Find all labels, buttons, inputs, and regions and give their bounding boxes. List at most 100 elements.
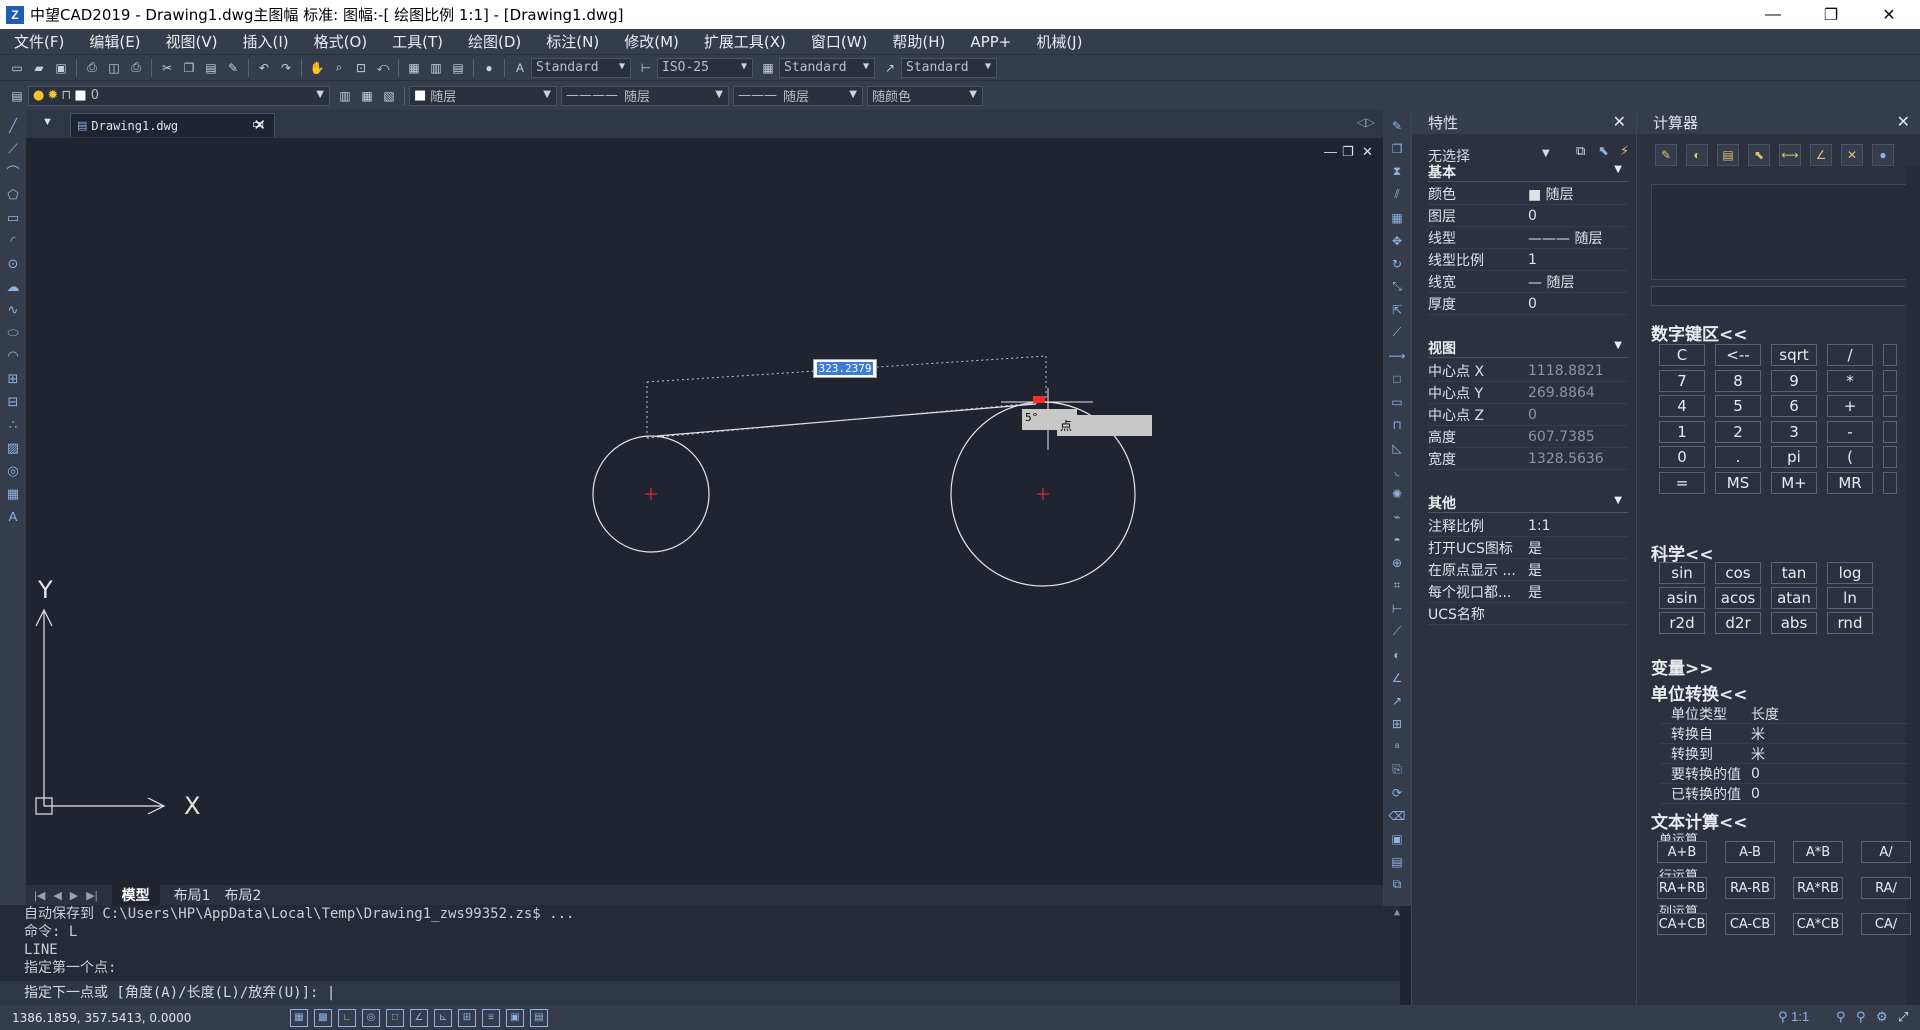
calc-key-button[interactable]: / [1827, 344, 1873, 366]
point-icon[interactable]: ∴ [4, 415, 22, 434]
calc-key-button[interactable]: pi [1771, 446, 1817, 468]
make-block-icon[interactable]: ⊟ [4, 392, 22, 411]
calc-key-button[interactable]: - [1827, 420, 1873, 443]
prop-row[interactable]: 颜色 ■ 随层 [1428, 183, 1628, 205]
rotate-icon[interactable]: ↻ [1388, 254, 1406, 273]
dimension-aligned-icon[interactable]: ⟋ [1388, 622, 1406, 641]
menu-draw[interactable]: 绘图(D) [468, 31, 521, 52]
prop-row[interactable]: 线宽 — 随层 [1428, 271, 1628, 293]
undo-icon[interactable]: ↶ [255, 59, 273, 77]
polar-tracking-icon[interactable]: ◎ [362, 1008, 380, 1027]
prev-tab-icon[interactable]: ◀ [53, 889, 61, 902]
quick-properties-icon[interactable]: ▤ [530, 1008, 548, 1027]
close-icon[interactable]: ✕ [1897, 112, 1910, 131]
tab-layout2[interactable]: 布局2 [225, 885, 262, 905]
col-op-button[interactable]: CA/ [1861, 913, 1911, 935]
dimension-linear-icon[interactable]: ⊢ [1388, 599, 1406, 618]
drawing-canvas[interactable]: — ❐ ✕ Y X 323.2379 5° 点 [26, 138, 1383, 885]
rectangle-icon[interactable]: ▭ [4, 208, 22, 227]
variables-title[interactable]: 变量>> [1651, 654, 1714, 679]
col-op-button[interactable]: CA-CB [1725, 913, 1775, 935]
tab-scroll-icon[interactable]: ◁▷ [1357, 115, 1375, 129]
minimize-button[interactable]: — [1744, 0, 1802, 29]
mirror-icon[interactable]: ⧗ [1388, 162, 1406, 181]
row-op-button[interactable]: RA*RB [1793, 877, 1843, 899]
external-ref-icon[interactable]: ⎘ [1388, 760, 1406, 779]
unit-row[interactable]: 转换到 米 [1659, 744, 1909, 764]
calc-key-button[interactable] [1883, 446, 1897, 468]
calc-func-button[interactable]: rnd [1827, 612, 1873, 634]
calc-key-button[interactable]: 9 [1771, 369, 1817, 392]
clear-history-icon[interactable]: ◐ [1686, 144, 1708, 166]
revision-cloud-icon[interactable]: ☁ [4, 277, 22, 296]
tab-drawing1[interactable]: ▤ Drawing1.dwg ✕ [70, 113, 275, 137]
table-style-select[interactable]: Standard ▼ [779, 57, 875, 78]
menu-extend-tools[interactable]: 扩展工具(X) [704, 31, 786, 52]
distance-two-points-icon[interactable]: ⟷ [1779, 144, 1801, 166]
section-view[interactable]: 视图 ▼ [1428, 338, 1628, 358]
menu-dimension[interactable]: 标注(N) [546, 31, 599, 52]
text-style-select[interactable]: Standard ▼ [531, 57, 631, 78]
calculator-icon[interactable]: ▤ [1388, 852, 1406, 871]
dim-style-select[interactable]: ISO-25 ▼ [657, 57, 753, 78]
dynamic-input-icon[interactable]: ⊞ [458, 1008, 476, 1027]
break-icon[interactable]: ▭ [1388, 392, 1406, 411]
calc-func-button[interactable]: ln [1827, 587, 1873, 609]
new-icon[interactable]: ▭ [8, 59, 26, 77]
hatch-icon[interactable]: ▨ [4, 438, 22, 457]
multileader-style-select[interactable]: Standard ▼ [901, 57, 997, 78]
zoom-previous-icon[interactable]: ⤺ [374, 59, 392, 77]
layout-icon[interactable]: ⧉ [1388, 875, 1406, 894]
properties-icon[interactable]: ▦ [405, 59, 423, 77]
row-op-button[interactable]: RA/ [1861, 877, 1911, 899]
trim-icon[interactable]: ⟋ [1388, 323, 1406, 342]
circle-icon[interactable]: ⊙ [4, 254, 22, 273]
unit-row[interactable]: 转换自 米 [1659, 724, 1909, 744]
tool-palette-icon[interactable]: ▤ [449, 59, 467, 77]
publish-icon[interactable]: ⎙ [127, 59, 145, 77]
col-op-button[interactable]: CA*CB [1793, 913, 1843, 935]
layer-state-icon[interactable]: ▧ [380, 87, 398, 105]
image-icon[interactable]: ▣ [1388, 829, 1406, 848]
calculator-input[interactable] [1651, 286, 1909, 306]
calc-key-button[interactable]: MS [1715, 471, 1761, 494]
menu-edit[interactable]: 编辑(E) [89, 31, 140, 52]
paste-icon[interactable]: ▤ [202, 59, 220, 77]
calc-key-button[interactable]: 1 [1659, 420, 1705, 443]
snap-mode-icon[interactable]: ▦ [290, 1008, 308, 1027]
object-snap-tracking-icon[interactable]: ∠ [410, 1008, 428, 1027]
linetype-select[interactable]: ———— 随层 ▼ [561, 85, 729, 106]
copy-icon[interactable]: ❐ [180, 59, 198, 77]
close-icon[interactable]: ✕ [1613, 112, 1626, 131]
text-op-button[interactable]: A/ [1861, 841, 1911, 863]
menu-window[interactable]: 窗口(W) [811, 31, 868, 52]
region-icon[interactable]: ◎ [4, 461, 22, 480]
menu-app-plus[interactable]: APP+ [970, 33, 1011, 51]
cut-icon[interactable]: ✂ [158, 59, 176, 77]
auto-scale-icon[interactable]: ⚲ [1856, 1009, 1866, 1025]
refresh-icon[interactable]: ⟳ [1388, 783, 1406, 802]
prop-row[interactable]: 每个视口都... 是 [1428, 581, 1628, 603]
scroll-up-icon[interactable]: ▲ [1394, 907, 1400, 918]
prop-row[interactable]: 图层 0 [1428, 205, 1628, 227]
ortho-mode-icon[interactable]: ∟ [338, 1008, 356, 1027]
new-tab-icon[interactable]: ▭ [252, 116, 264, 132]
calc-key-button[interactable]: * [1827, 369, 1873, 392]
row-op-button[interactable]: RA+RB [1657, 877, 1707, 899]
plotstyle-select[interactable]: 随颜色 ▼ [867, 85, 983, 106]
menu-view[interactable]: 视图(V) [166, 31, 218, 52]
annotation-visibility-icon[interactable]: ⚲ [1836, 1009, 1846, 1025]
ellipse-icon[interactable]: ⬭ [4, 323, 22, 342]
dimension-radius-icon[interactable]: ◐ [1388, 645, 1406, 664]
chamfer-icon[interactable]: ◺ [1388, 438, 1406, 457]
prop-row[interactable]: 厚度 0 [1428, 293, 1628, 315]
calc-key-button[interactable] [1883, 420, 1897, 443]
section-other[interactable]: 其他 ▼ [1428, 493, 1628, 513]
calc-key-button[interactable]: 3 [1771, 420, 1817, 443]
lineweight-select[interactable]: ——— 随层 ▼ [733, 85, 863, 106]
save-icon[interactable]: ▣ [52, 59, 70, 77]
prop-row[interactable]: 线型 ——— 随层 [1428, 227, 1628, 249]
calc-key-button[interactable]: . [1715, 446, 1761, 468]
tab-menu-chevron-icon[interactable]: ▼ [42, 116, 53, 128]
extend-icon[interactable]: ⟶ [1388, 346, 1406, 365]
